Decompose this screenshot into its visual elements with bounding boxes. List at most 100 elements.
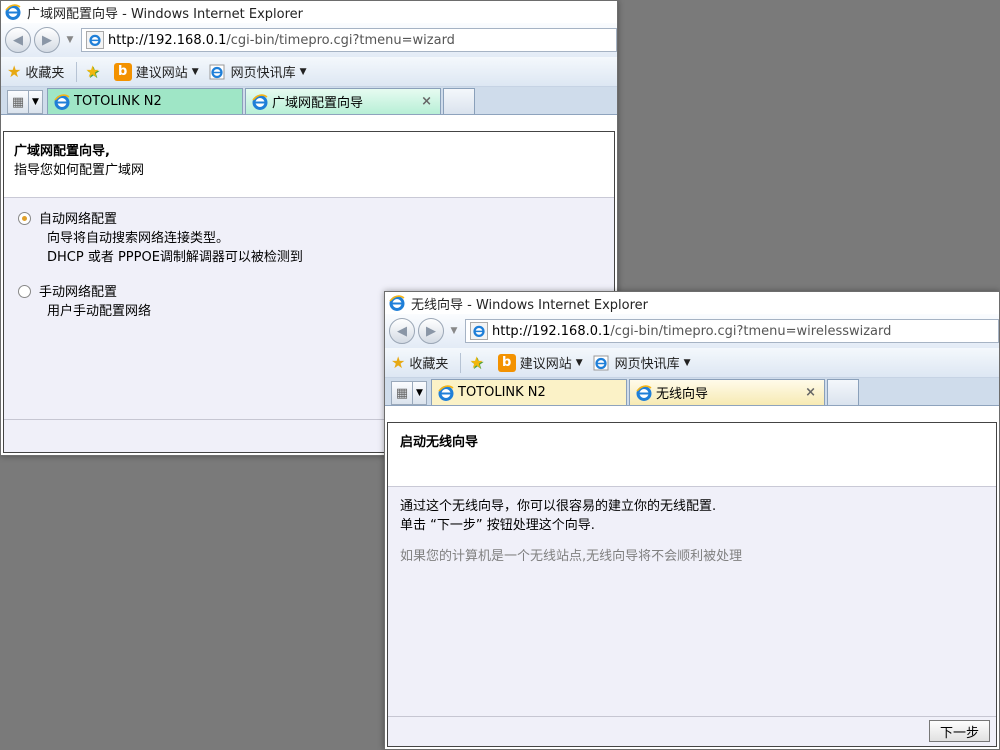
tab-wan-wizard[interactable]: 广域网配置向导 × [245, 88, 441, 114]
address-path: /cgi-bin/timepro.cgi?tmenu=wizard [226, 32, 455, 48]
favbar-separator [76, 61, 78, 82]
favorites-label: 收藏夹 [25, 66, 65, 81]
tab-list-dropdown[interactable]: ▼ [29, 90, 43, 114]
add-favorite-icon: ★ [469, 353, 484, 372]
ie-logo-icon [54, 93, 70, 110]
tab-wireless-wizard[interactable]: 无线向导 × [629, 379, 825, 405]
radio-manual-config[interactable] [18, 285, 31, 298]
web-slice-gallery-label: 网页快讯库 [230, 66, 296, 81]
new-tab-button[interactable] [827, 379, 859, 405]
wizard-footer: 下一步 [388, 716, 996, 746]
suggested-sites-button[interactable]: b 建议网站 ▼ [497, 353, 583, 372]
suggested-sites-icon: b [113, 62, 132, 81]
page-subtitle: 指导您如何配置广域网 [14, 163, 145, 178]
page-icon [470, 322, 488, 340]
close-tab-icon[interactable]: × [805, 385, 816, 400]
tab-bar: ▦ ▼ TOTOLINK N2 广域网配置向导 × [1, 87, 617, 115]
ie-logo-icon [252, 93, 268, 110]
window-title: 无线向导 - Windows Internet Explorer [411, 297, 648, 313]
favorites-bar: ★ 收藏夹 ★ b 建议网站 ▼ 网页快讯库 ▼ [385, 348, 999, 378]
address-host: http://192.168.0.1 [108, 32, 227, 48]
star-icon: ★ [391, 353, 406, 372]
back-arrow-icon: ◀ [397, 323, 407, 339]
page-title: 启动无线向导 [400, 435, 479, 450]
page-content: 启动无线向导 通过这个无线向导，你可以很容易的建立你的无线配置. 单击 “下一步… [387, 422, 997, 747]
title-bar: 无线向导 - Windows Internet Explorer [385, 292, 999, 314]
forward-arrow-icon: ▶ [42, 32, 52, 48]
navigation-bar: ◀ ▶ ▼ http://192.168.0.1/cgi-bin/timepro… [1, 23, 617, 57]
wizard-note: 如果您的计算机是一个无线站点,无线向导将不会顺利被处理 [400, 549, 743, 564]
favorites-bar: ★ 收藏夹 ★ b 建议网站 ▼ 网页快讯库 ▼ [1, 57, 617, 87]
page-header: 广域网配置向导, 指导您如何配置广域网 [4, 132, 614, 198]
title-bar: 广域网配置向导 - Windows Internet Explorer [1, 1, 617, 23]
ie-logo-icon [438, 384, 454, 401]
ie-logo-icon [389, 295, 405, 311]
navigation-bar: ◀ ▶ ▼ http://192.168.0.1/cgi-bin/timepro… [385, 314, 999, 348]
ie-window-wireless-wizard: 无线向导 - Windows Internet Explorer ◀ ▶ ▼ h… [384, 291, 1000, 750]
chevron-down-icon: ▼ [191, 66, 199, 77]
tab-bar: ▦ ▼ TOTOLINK N2 无线向导 × [385, 378, 999, 406]
ie-logo-icon [5, 4, 21, 20]
page-icon [86, 31, 104, 49]
ie-logo-icon [209, 64, 225, 79]
chevron-down-icon: ▼ [575, 357, 583, 368]
tab-label: 广域网配置向导 [272, 96, 364, 111]
back-button[interactable]: ◀ [389, 318, 415, 344]
back-arrow-icon: ◀ [13, 32, 23, 48]
quick-tabs-button[interactable]: ▦ [7, 90, 29, 114]
web-slice-gallery-label: 网页快讯库 [614, 357, 680, 372]
quick-tabs-button[interactable]: ▦ [391, 381, 413, 405]
new-tab-button[interactable] [443, 88, 475, 114]
option-label: 自动网络配置 [39, 212, 118, 227]
option-description: 用户手动配置网络 [47, 304, 152, 319]
favorites-button[interactable]: ★ 收藏夹 [7, 62, 64, 81]
wizard-body: 通过这个无线向导，你可以很容易的建立你的无线配置. 单击 “下一步” 按钮处理这… [388, 487, 996, 576]
favbar-separator [460, 352, 462, 373]
option-label: 手动网络配置 [39, 285, 118, 300]
forward-button[interactable]: ▶ [34, 27, 60, 53]
add-favorite-icon: ★ [85, 62, 100, 81]
option-description: DHCP 或者 PPPOE调制解调器可以被检测到 [47, 250, 303, 265]
address-bar[interactable]: http://192.168.0.1/cgi-bin/timepro.cgi?t… [81, 28, 617, 52]
page-header: 启动无线向导 [388, 423, 996, 487]
add-to-favorites-button[interactable]: ★ [469, 353, 487, 372]
tab-totolink[interactable]: TOTOLINK N2 [431, 379, 627, 405]
favorites-button[interactable]: ★ 收藏夹 [391, 353, 448, 372]
back-button[interactable]: ◀ [5, 27, 31, 53]
option-auto-config[interactable]: 自动网络配置 向导将自动搜索网络连接类型。 DHCP 或者 PPPOE调制解调器… [18, 210, 600, 267]
forward-arrow-icon: ▶ [426, 323, 436, 339]
tab-totolink[interactable]: TOTOLINK N2 [47, 88, 243, 114]
tab-label: TOTOLINK N2 [458, 385, 546, 400]
radio-auto-config[interactable] [18, 212, 31, 225]
web-slice-gallery-button[interactable]: 网页快讯库 ▼ [593, 353, 691, 372]
tab-list-dropdown[interactable]: ▼ [413, 381, 427, 405]
forward-button[interactable]: ▶ [418, 318, 444, 344]
ie-logo-icon [636, 384, 652, 401]
suggested-sites-label: 建议网站 [519, 357, 572, 372]
history-dropdown-button[interactable]: ▼ [63, 35, 77, 45]
chevron-down-icon: ▼ [683, 357, 691, 368]
page-title: 广域网配置向导, [14, 144, 110, 159]
suggested-sites-button[interactable]: b 建议网站 ▼ [113, 62, 199, 81]
suggested-sites-icon: b [497, 353, 516, 372]
address-host: http://192.168.0.1 [492, 323, 611, 339]
window-title: 广域网配置向导 - Windows Internet Explorer [27, 6, 303, 22]
favorites-label: 收藏夹 [409, 357, 449, 372]
tab-label: 无线向导 [656, 387, 709, 402]
option-description: 向导将自动搜索网络连接类型。 [47, 231, 230, 246]
suggested-sites-label: 建议网站 [135, 66, 188, 81]
wizard-instruction-line: 单击 “下一步” 按钮处理这个向导. [400, 518, 595, 533]
web-slice-gallery-button[interactable]: 网页快讯库 ▼ [209, 62, 307, 81]
grid-icon: ▦ [395, 385, 409, 401]
next-button[interactable]: 下一步 [928, 720, 990, 742]
star-icon: ★ [7, 62, 22, 81]
ie-logo-icon [593, 355, 609, 370]
grid-icon: ▦ [11, 94, 25, 110]
tab-label: TOTOLINK N2 [74, 94, 162, 109]
chevron-down-icon: ▼ [299, 66, 307, 77]
address-path: /cgi-bin/timepro.cgi?tmenu=wirelesswizar… [610, 323, 892, 339]
close-tab-icon[interactable]: × [421, 94, 432, 109]
address-bar[interactable]: http://192.168.0.1/cgi-bin/timepro.cgi?t… [465, 319, 999, 343]
add-to-favorites-button[interactable]: ★ [85, 62, 103, 81]
history-dropdown-button[interactable]: ▼ [447, 326, 461, 336]
